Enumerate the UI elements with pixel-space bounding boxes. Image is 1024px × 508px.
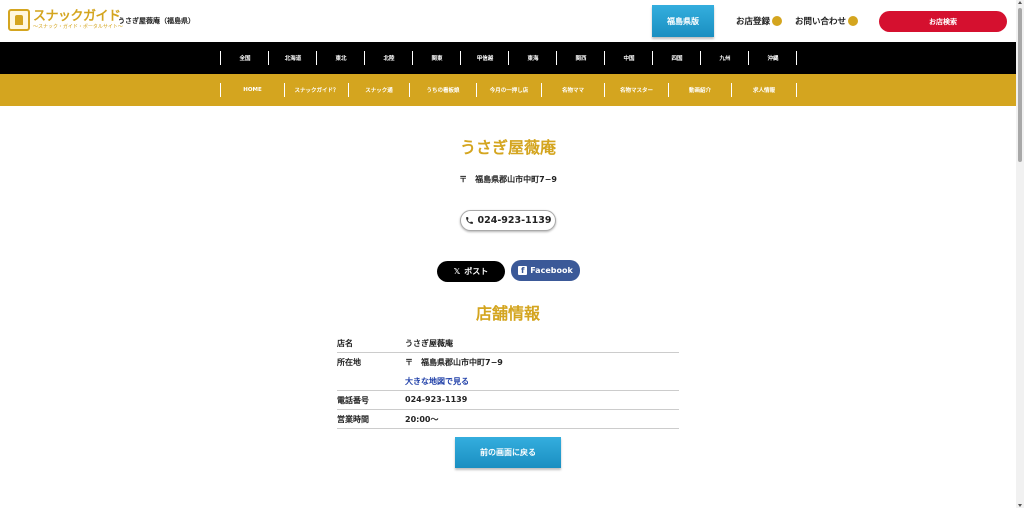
region-item-chugoku[interactable]: 中国 (605, 51, 653, 65)
row-key: 所在地 (337, 358, 361, 367)
phone-number: 024-923-1139 (477, 215, 552, 226)
region-item-shikoku[interactable]: 四国 (653, 51, 701, 65)
store-register-link[interactable]: お店登録 (736, 15, 783, 27)
region-item-kyushu[interactable]: 九州 (701, 51, 749, 65)
menu-item-jobs[interactable]: 求人情報 (732, 83, 796, 97)
menu-item-about[interactable]: スナックガイド？ (285, 83, 348, 97)
store-search-button[interactable]: お店検索 (879, 11, 1007, 32)
menu-item-snack-tsu[interactable]: スナック通 (349, 83, 409, 97)
table-row: 電話番号 024-923-1139 (337, 391, 679, 410)
region-item-hokuriku[interactable]: 北陸 (365, 51, 413, 65)
scrollbar-thumb[interactable] (1018, 8, 1022, 162)
menu-item-home[interactable]: HOME (221, 83, 284, 97)
menu-item-video[interactable]: 動画紹介 (669, 83, 731, 97)
row-value: うさぎ屋薇庵 (405, 339, 453, 348)
store-title: うさぎ屋薇庵 (459, 138, 556, 157)
x-post-label: ポスト (464, 267, 489, 276)
region-item-kansai[interactable]: 関西 (557, 51, 605, 65)
section-title: 店舗情報 (475, 304, 540, 323)
table-row: 所在地 〒 福島県郡山市中町7−9 大きな地図で見る (337, 353, 679, 391)
region-item-kanto[interactable]: 関東 (413, 51, 461, 65)
contact-label: お問い合わせ (795, 17, 847, 27)
region-nav: 全国 北海道 東北 北陸 関東 甲信越 東海 関西 中国 四国 九州 沖縄 (0, 42, 1016, 74)
row-value: 20:00〜 (405, 415, 439, 424)
region-button[interactable]: 福島県版 (652, 5, 714, 37)
region-item-okinawa[interactable]: 沖縄 (749, 51, 797, 65)
region-item-zenkoku[interactable]: 全国 (221, 51, 269, 65)
table-row: 店名 うさぎ屋薇庵 (337, 334, 679, 353)
store-info-table: 店名 うさぎ屋薇庵 所在地 〒 福島県郡山市中町7−9 大きな地図で見る 電話番… (337, 334, 679, 429)
region-item-hokkaido[interactable]: 北海道 (269, 51, 317, 65)
contact-link[interactable]: お問い合わせ (795, 15, 859, 27)
facebook-label: Facebook (530, 266, 573, 275)
site-header: スナックガイド ～スナック・ガイド・ポータルサイト～ うさぎ屋薇庵（福島県） 福… (0, 0, 1016, 42)
facebook-share-button[interactable]: f Facebook (511, 260, 580, 281)
region-item-tokai[interactable]: 東海 (509, 51, 557, 65)
page-scrollbar[interactable] (1016, 0, 1024, 508)
scroll-down-icon[interactable] (1018, 504, 1022, 507)
x-post-button[interactable]: 𝕏 ポスト (437, 261, 505, 282)
region-item-koshinetsu[interactable]: 甲信越 (461, 51, 509, 65)
row-key: 営業時間 (337, 415, 369, 424)
big-map-link[interactable]: 大きな地図で見る (405, 376, 679, 387)
logo-subtitle: ～スナック・ガイド・ポータルサイト～ (33, 24, 123, 30)
x-logo-icon: 𝕏 (453, 267, 461, 276)
phone-icon (465, 217, 473, 224)
phone-button[interactable]: 024-923-1139 (460, 210, 556, 231)
site-logo[interactable]: スナックガイド ～スナック・ガイド・ポータルサイト～ (8, 9, 123, 31)
menu-item-master[interactable]: 名物マスター (605, 83, 668, 97)
row-key: 電話番号 (337, 396, 369, 405)
row-key: 店名 (337, 339, 353, 348)
dot-icon (848, 16, 859, 26)
menu-item-kanban[interactable]: うちの看板娘 (410, 83, 476, 97)
facebook-logo-icon: f (518, 266, 528, 275)
store-register-label: お店登録 (736, 17, 771, 27)
scroll-up-icon[interactable] (1018, 1, 1022, 4)
region-item-tohoku[interactable]: 東北 (317, 51, 365, 65)
header-store-name: うさぎ屋薇庵（福島県） (118, 17, 195, 25)
menu-item-monthly[interactable]: 今月の一押し店 (477, 83, 541, 97)
back-button[interactable]: 前の画面に戻る (455, 437, 561, 468)
logo-icon (8, 9, 30, 31)
row-value: 024-923-1139 (405, 395, 468, 404)
dot-icon (772, 16, 783, 26)
logo-title: スナックガイド (33, 9, 121, 24)
menu-nav: HOME スナックガイド？ スナック通 うちの看板娘 今月の一押し店 名物ママ … (0, 74, 1016, 106)
menu-item-mama[interactable]: 名物ママ (542, 83, 604, 97)
table-row: 営業時間 20:00〜 (337, 410, 679, 429)
row-value: 〒 福島県郡山市中町7−9 (405, 358, 503, 367)
store-address: 〒 福島県郡山市中町7−9 (459, 175, 557, 184)
